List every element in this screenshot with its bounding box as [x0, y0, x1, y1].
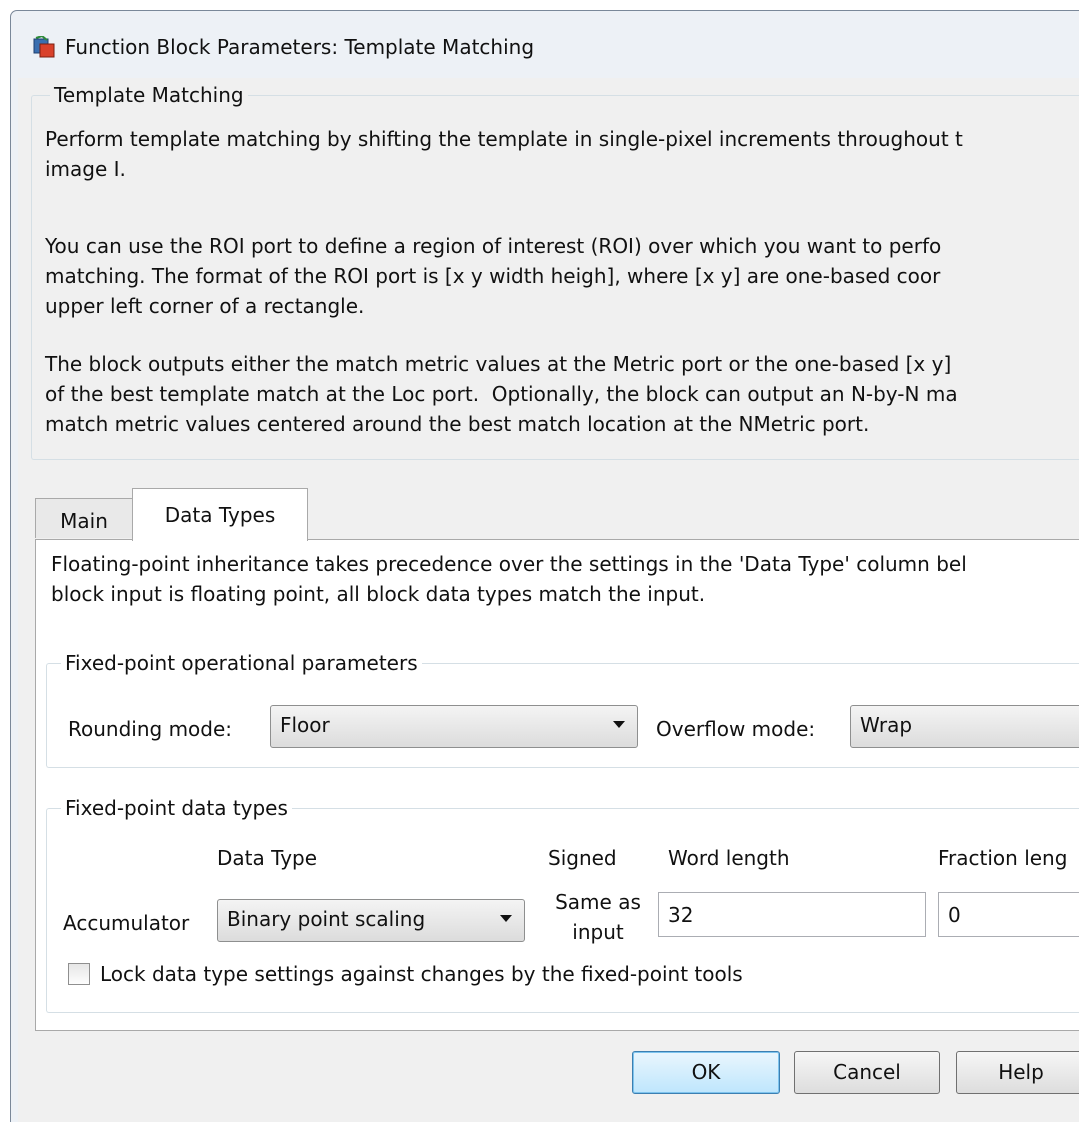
column-header-word-length: Word length — [668, 846, 790, 870]
accumulator-signed-value: Same as input — [548, 887, 648, 947]
chevron-down-icon — [500, 915, 512, 922]
rounding-mode-value: Floor — [280, 713, 330, 737]
dialog-client-area: Template Matching Perform template match… — [18, 78, 1079, 1122]
tab-data-types[interactable]: Data Types — [132, 488, 308, 541]
lock-data-type-checkbox[interactable] — [68, 963, 90, 985]
window-title: Function Block Parameters: Template Matc… — [65, 35, 535, 59]
chevron-down-icon — [613, 721, 625, 728]
inheritance-note: Floating-point inheritance takes precede… — [51, 549, 967, 609]
note-line: Floating-point inheritance takes precede… — [51, 552, 967, 576]
accumulator-fraction-length-input[interactable]: 0 — [938, 892, 1079, 937]
description-line: of the best template match at the Loc po… — [45, 382, 958, 406]
description-paragraph-2: You can use the ROI port to define a reg… — [45, 231, 941, 321]
note-line: block input is floating point, all block… — [51, 582, 706, 606]
data-types-panel: Floating-point inheritance takes precede… — [35, 539, 1079, 1031]
signed-line: Same as — [555, 890, 641, 914]
description-line: Perform template matching by shifting th… — [45, 127, 963, 151]
title-bar[interactable]: Function Block Parameters: Template Matc… — [11, 11, 1079, 78]
description-line: match metric values centered around the … — [45, 412, 870, 436]
simulink-block-icon — [33, 36, 55, 58]
column-header-fraction-length: Fraction leng — [938, 846, 1068, 870]
accumulator-data-type-value: Binary point scaling — [227, 907, 426, 931]
rounding-mode-label: Rounding mode: — [68, 717, 233, 741]
description-line: The block outputs either the match metri… — [45, 352, 952, 376]
description-line: matching. The format of the ROI port is … — [45, 264, 941, 288]
tab-main[interactable]: Main — [35, 498, 133, 538]
fixed-point-data-types-title: Fixed-point data types — [61, 796, 292, 820]
lock-data-type-label[interactable]: Lock data type settings against changes … — [100, 962, 743, 986]
description-line: You can use the ROI port to define a reg… — [45, 234, 942, 258]
overflow-mode-label: Overflow mode: — [656, 717, 816, 741]
overflow-mode-value: Wrap — [860, 713, 913, 737]
column-header-data-type: Data Type — [217, 846, 318, 870]
ok-button[interactable]: OK — [632, 1051, 780, 1094]
rounding-mode-dropdown[interactable]: Floor — [270, 705, 638, 748]
cancel-button[interactable]: Cancel — [794, 1051, 940, 1094]
help-button[interactable]: Help — [956, 1051, 1079, 1094]
signed-line: input — [572, 920, 624, 944]
description-line: image I. — [45, 157, 126, 181]
dialog-window: Function Block Parameters: Template Matc… — [10, 10, 1079, 1122]
accumulator-data-type-dropdown[interactable]: Binary point scaling — [217, 899, 525, 942]
column-header-signed: Signed — [548, 846, 617, 870]
description-paragraph-3: The block outputs either the match metri… — [45, 349, 958, 439]
accumulator-fraction-length-value: 0 — [948, 903, 961, 927]
description-paragraph-1: Perform template matching by shifting th… — [45, 124, 963, 184]
operational-params-title: Fixed-point operational parameters — [61, 651, 422, 675]
accumulator-word-length-input[interactable]: 32 — [658, 892, 926, 937]
accumulator-label: Accumulator — [63, 911, 190, 935]
description-line: upper left corner of a rectangle. — [45, 294, 365, 318]
accumulator-word-length-value: 32 — [668, 903, 694, 927]
description-group-title: Template Matching — [50, 83, 248, 107]
overflow-mode-dropdown[interactable]: Wrap — [850, 705, 1079, 748]
